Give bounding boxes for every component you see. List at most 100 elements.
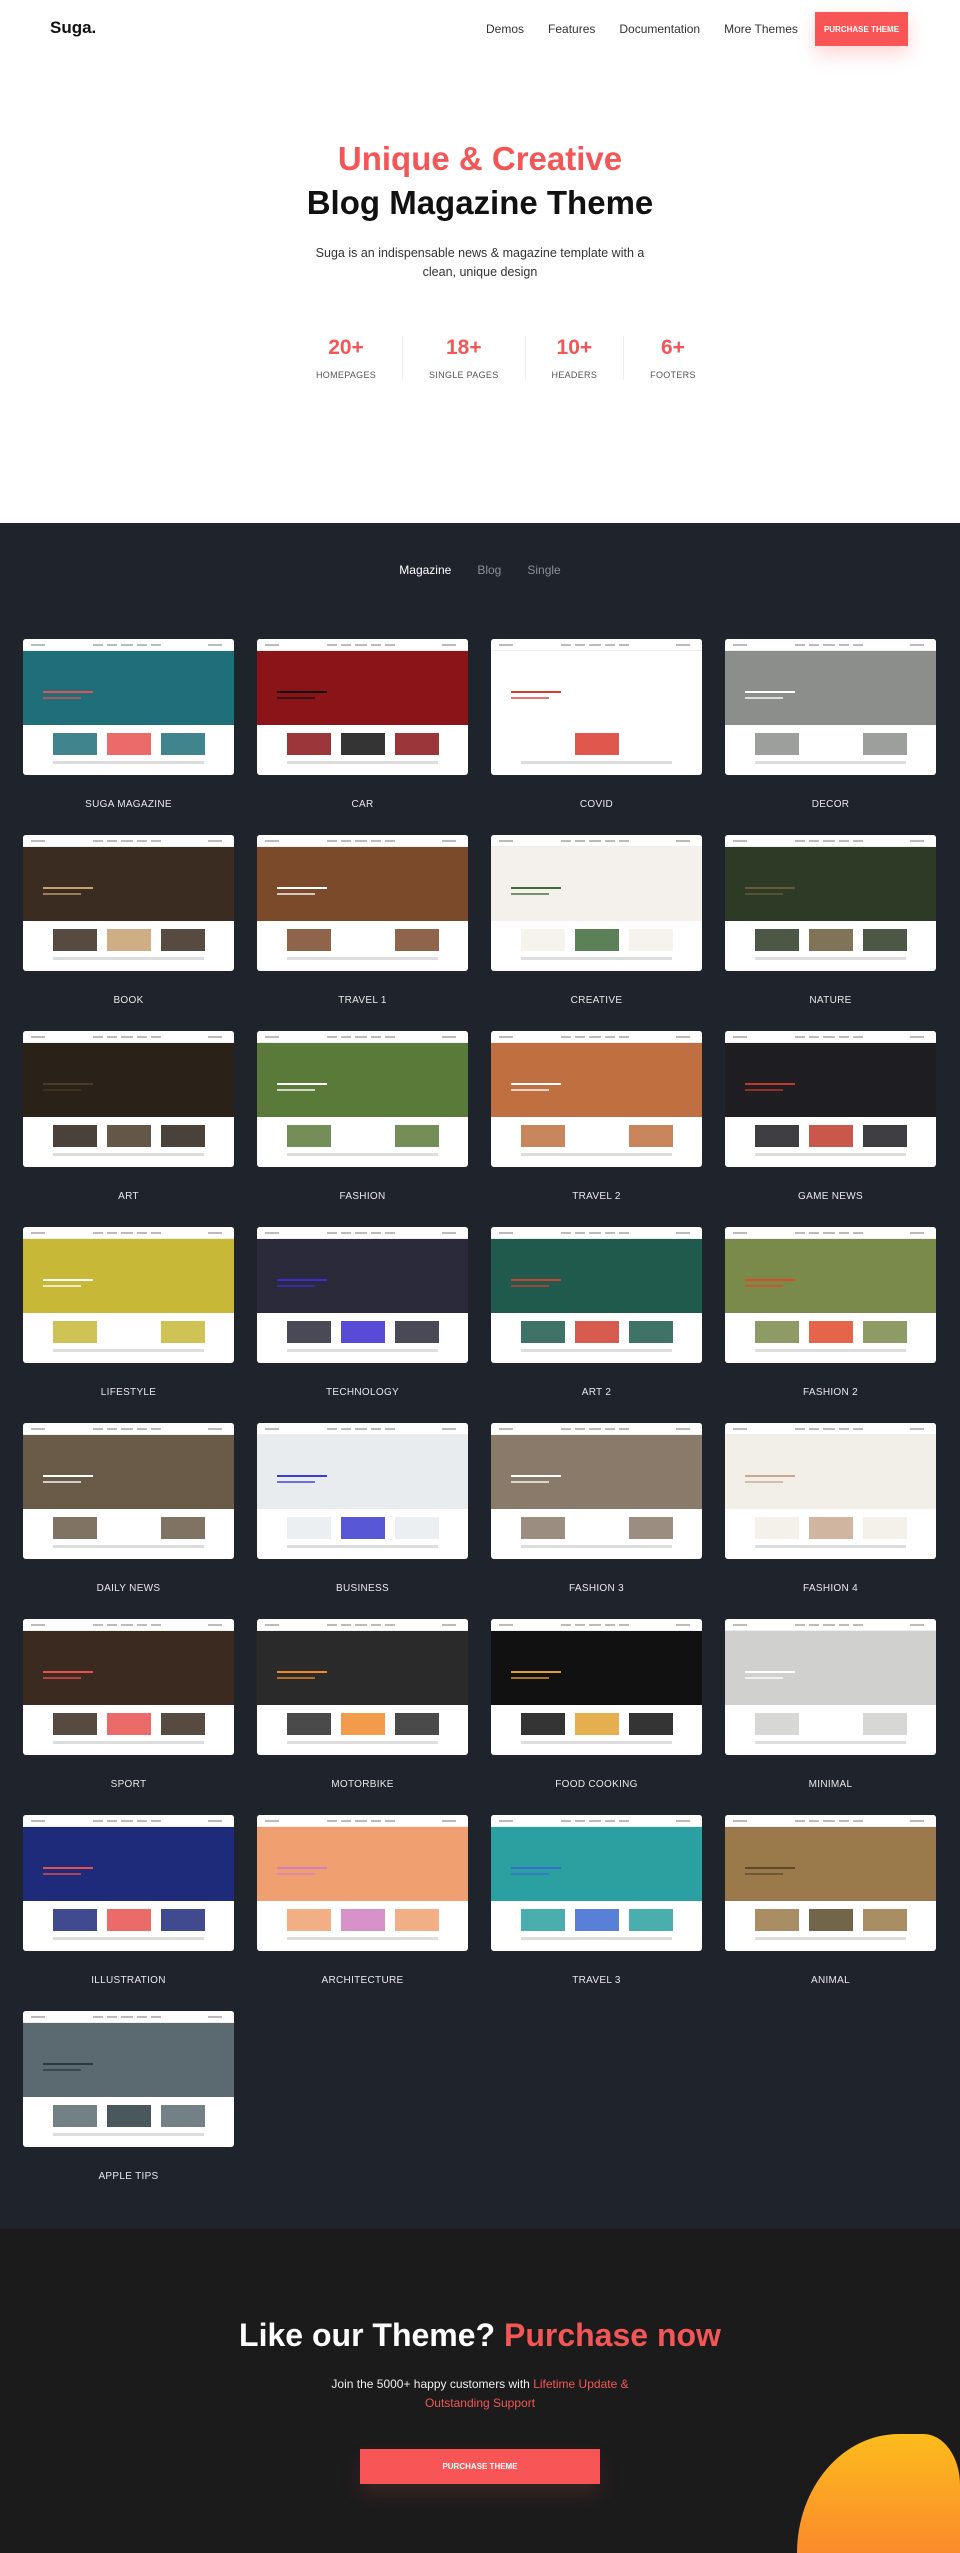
demo-card[interactable]: DECOR	[725, 639, 936, 811]
demo-card[interactable]: LIFESTYLE	[23, 1227, 234, 1399]
demo-card[interactable]: FASHION 4	[725, 1423, 936, 1595]
nav-demos[interactable]: Demos	[486, 22, 524, 36]
demo-card[interactable]: FASHION 3	[491, 1423, 702, 1595]
demo-thumbnail[interactable]	[725, 639, 936, 775]
demo-card[interactable]: COVID	[491, 639, 702, 811]
demo-thumbnail[interactable]	[23, 1031, 234, 1167]
demo-card[interactable]: DAILY NEWS	[23, 1423, 234, 1595]
demo-label[interactable]: COVID	[491, 799, 702, 811]
demo-label[interactable]: CAR	[257, 799, 468, 811]
demo-card[interactable]: MOTORBIKE	[257, 1619, 468, 1791]
demo-card[interactable]: BOOK	[23, 835, 234, 1007]
demo-thumbnail[interactable]	[23, 1619, 234, 1755]
demo-label[interactable]: NATURE	[725, 995, 936, 1007]
demo-card[interactable]: FASHION	[257, 1031, 468, 1203]
demo-label[interactable]: FASHION	[257, 1191, 468, 1203]
demo-thumbnail[interactable]	[257, 1227, 468, 1363]
demo-thumbnail[interactable]	[23, 1227, 234, 1363]
tab-blog[interactable]: Blog	[477, 563, 501, 577]
demo-label[interactable]: CREATIVE	[491, 995, 702, 1007]
thumbnail-hero-image	[491, 1631, 702, 1705]
demo-label[interactable]: MINIMAL	[725, 1779, 936, 1791]
demo-thumbnail[interactable]	[257, 1031, 468, 1167]
demo-thumbnail[interactable]	[257, 1423, 468, 1559]
demo-label[interactable]: TECHNOLOGY	[257, 1387, 468, 1399]
demo-label[interactable]: MOTORBIKE	[257, 1779, 468, 1791]
demo-thumbnail[interactable]	[725, 1423, 936, 1559]
demo-card[interactable]: ILLUSTRATION	[23, 1815, 234, 1987]
demo-label[interactable]: ART 2	[491, 1387, 702, 1399]
demo-thumbnail[interactable]	[725, 835, 936, 971]
tab-magazine[interactable]: Magazine	[399, 563, 451, 577]
tab-single[interactable]: Single	[527, 563, 560, 577]
demo-card[interactable]: TRAVEL 2	[491, 1031, 702, 1203]
demo-thumbnail[interactable]	[725, 1031, 936, 1167]
cta-purchase-button[interactable]: PURCHASE THEME	[360, 2449, 600, 2484]
demo-card[interactable]: TRAVEL 1	[257, 835, 468, 1007]
logo[interactable]: Suga.	[50, 18, 96, 38]
demo-label[interactable]: SUGA MAGAZINE	[23, 799, 234, 811]
demo-thumbnail[interactable]	[23, 835, 234, 971]
demo-label[interactable]: BOOK	[23, 995, 234, 1007]
demo-thumbnail[interactable]	[23, 1815, 234, 1951]
demo-card[interactable]: FASHION 2	[725, 1227, 936, 1399]
demo-label[interactable]: BUSINESS	[257, 1583, 468, 1595]
demo-card[interactable]: GAME NEWS	[725, 1031, 936, 1203]
demo-card[interactable]: ART 2	[491, 1227, 702, 1399]
demo-thumbnail[interactable]	[23, 2011, 234, 2147]
demo-label[interactable]: SPORT	[23, 1779, 234, 1791]
purchase-theme-button[interactable]: PURCHASE THEME	[815, 12, 908, 46]
thumbnail-text	[287, 1153, 438, 1156]
demo-thumbnail[interactable]	[257, 1815, 468, 1951]
demo-thumbnail[interactable]	[257, 639, 468, 775]
demo-label[interactable]: FOOD COOKING	[491, 1779, 702, 1791]
demo-card[interactable]: TRAVEL 3	[491, 1815, 702, 1987]
demo-card[interactable]: ANIMAL	[725, 1815, 936, 1987]
demo-thumbnail[interactable]	[491, 1031, 702, 1167]
demo-label[interactable]: ART	[23, 1191, 234, 1203]
demo-card[interactable]: BUSINESS	[257, 1423, 468, 1595]
demo-card[interactable]: ARCHITECTURE	[257, 1815, 468, 1987]
demo-card[interactable]: TECHNOLOGY	[257, 1227, 468, 1399]
demo-label[interactable]: TRAVEL 3	[491, 1975, 702, 1987]
demo-thumbnail[interactable]	[725, 1619, 936, 1755]
nav-documentation[interactable]: Documentation	[619, 22, 700, 36]
demo-card[interactable]: CAR	[257, 639, 468, 811]
demo-label[interactable]: ANIMAL	[725, 1975, 936, 1987]
demo-thumbnail[interactable]	[23, 1423, 234, 1559]
demo-label[interactable]: ARCHITECTURE	[257, 1975, 468, 1987]
demo-card[interactable]: APPLE TIPS	[23, 2011, 234, 2183]
demo-label[interactable]: FASHION 4	[725, 1583, 936, 1595]
demo-label[interactable]: FASHION 2	[725, 1387, 936, 1399]
demo-label[interactable]: GAME NEWS	[725, 1191, 936, 1203]
demo-label[interactable]: APPLE TIPS	[23, 2171, 234, 2183]
demo-label[interactable]: ILLUSTRATION	[23, 1975, 234, 1987]
demo-card[interactable]: SPORT	[23, 1619, 234, 1791]
demo-thumbnail[interactable]	[491, 1619, 702, 1755]
demo-thumbnail[interactable]	[491, 835, 702, 971]
demo-thumbnail[interactable]	[257, 1619, 468, 1755]
demo-thumbnail[interactable]	[725, 1815, 936, 1951]
demo-thumbnail[interactable]	[491, 639, 702, 775]
demo-card[interactable]: SUGA MAGAZINE	[23, 639, 234, 811]
demo-label[interactable]: LIFESTYLE	[23, 1387, 234, 1399]
nav-features[interactable]: Features	[548, 22, 595, 36]
hero-title-accent: Unique & Creative	[337, 140, 623, 177]
demo-card[interactable]: FOOD COOKING	[491, 1619, 702, 1791]
demo-card[interactable]: CREATIVE	[491, 835, 702, 1007]
demo-thumbnail[interactable]	[725, 1227, 936, 1363]
demo-thumbnail[interactable]	[491, 1227, 702, 1363]
demo-label[interactable]: DECOR	[725, 799, 936, 811]
demo-label[interactable]: TRAVEL 1	[257, 995, 468, 1007]
demo-thumbnail[interactable]	[257, 835, 468, 971]
demo-label[interactable]: TRAVEL 2	[491, 1191, 702, 1203]
demo-thumbnail[interactable]	[491, 1815, 702, 1951]
demo-card[interactable]: NATURE	[725, 835, 936, 1007]
demo-card[interactable]: ART	[23, 1031, 234, 1203]
demo-card[interactable]: MINIMAL	[725, 1619, 936, 1791]
demo-thumbnail[interactable]	[491, 1423, 702, 1559]
nav-more-themes[interactable]: More Themes	[724, 22, 798, 36]
demo-thumbnail[interactable]	[23, 639, 234, 775]
demo-label[interactable]: FASHION 3	[491, 1583, 702, 1595]
demo-label[interactable]: DAILY NEWS	[23, 1583, 234, 1595]
